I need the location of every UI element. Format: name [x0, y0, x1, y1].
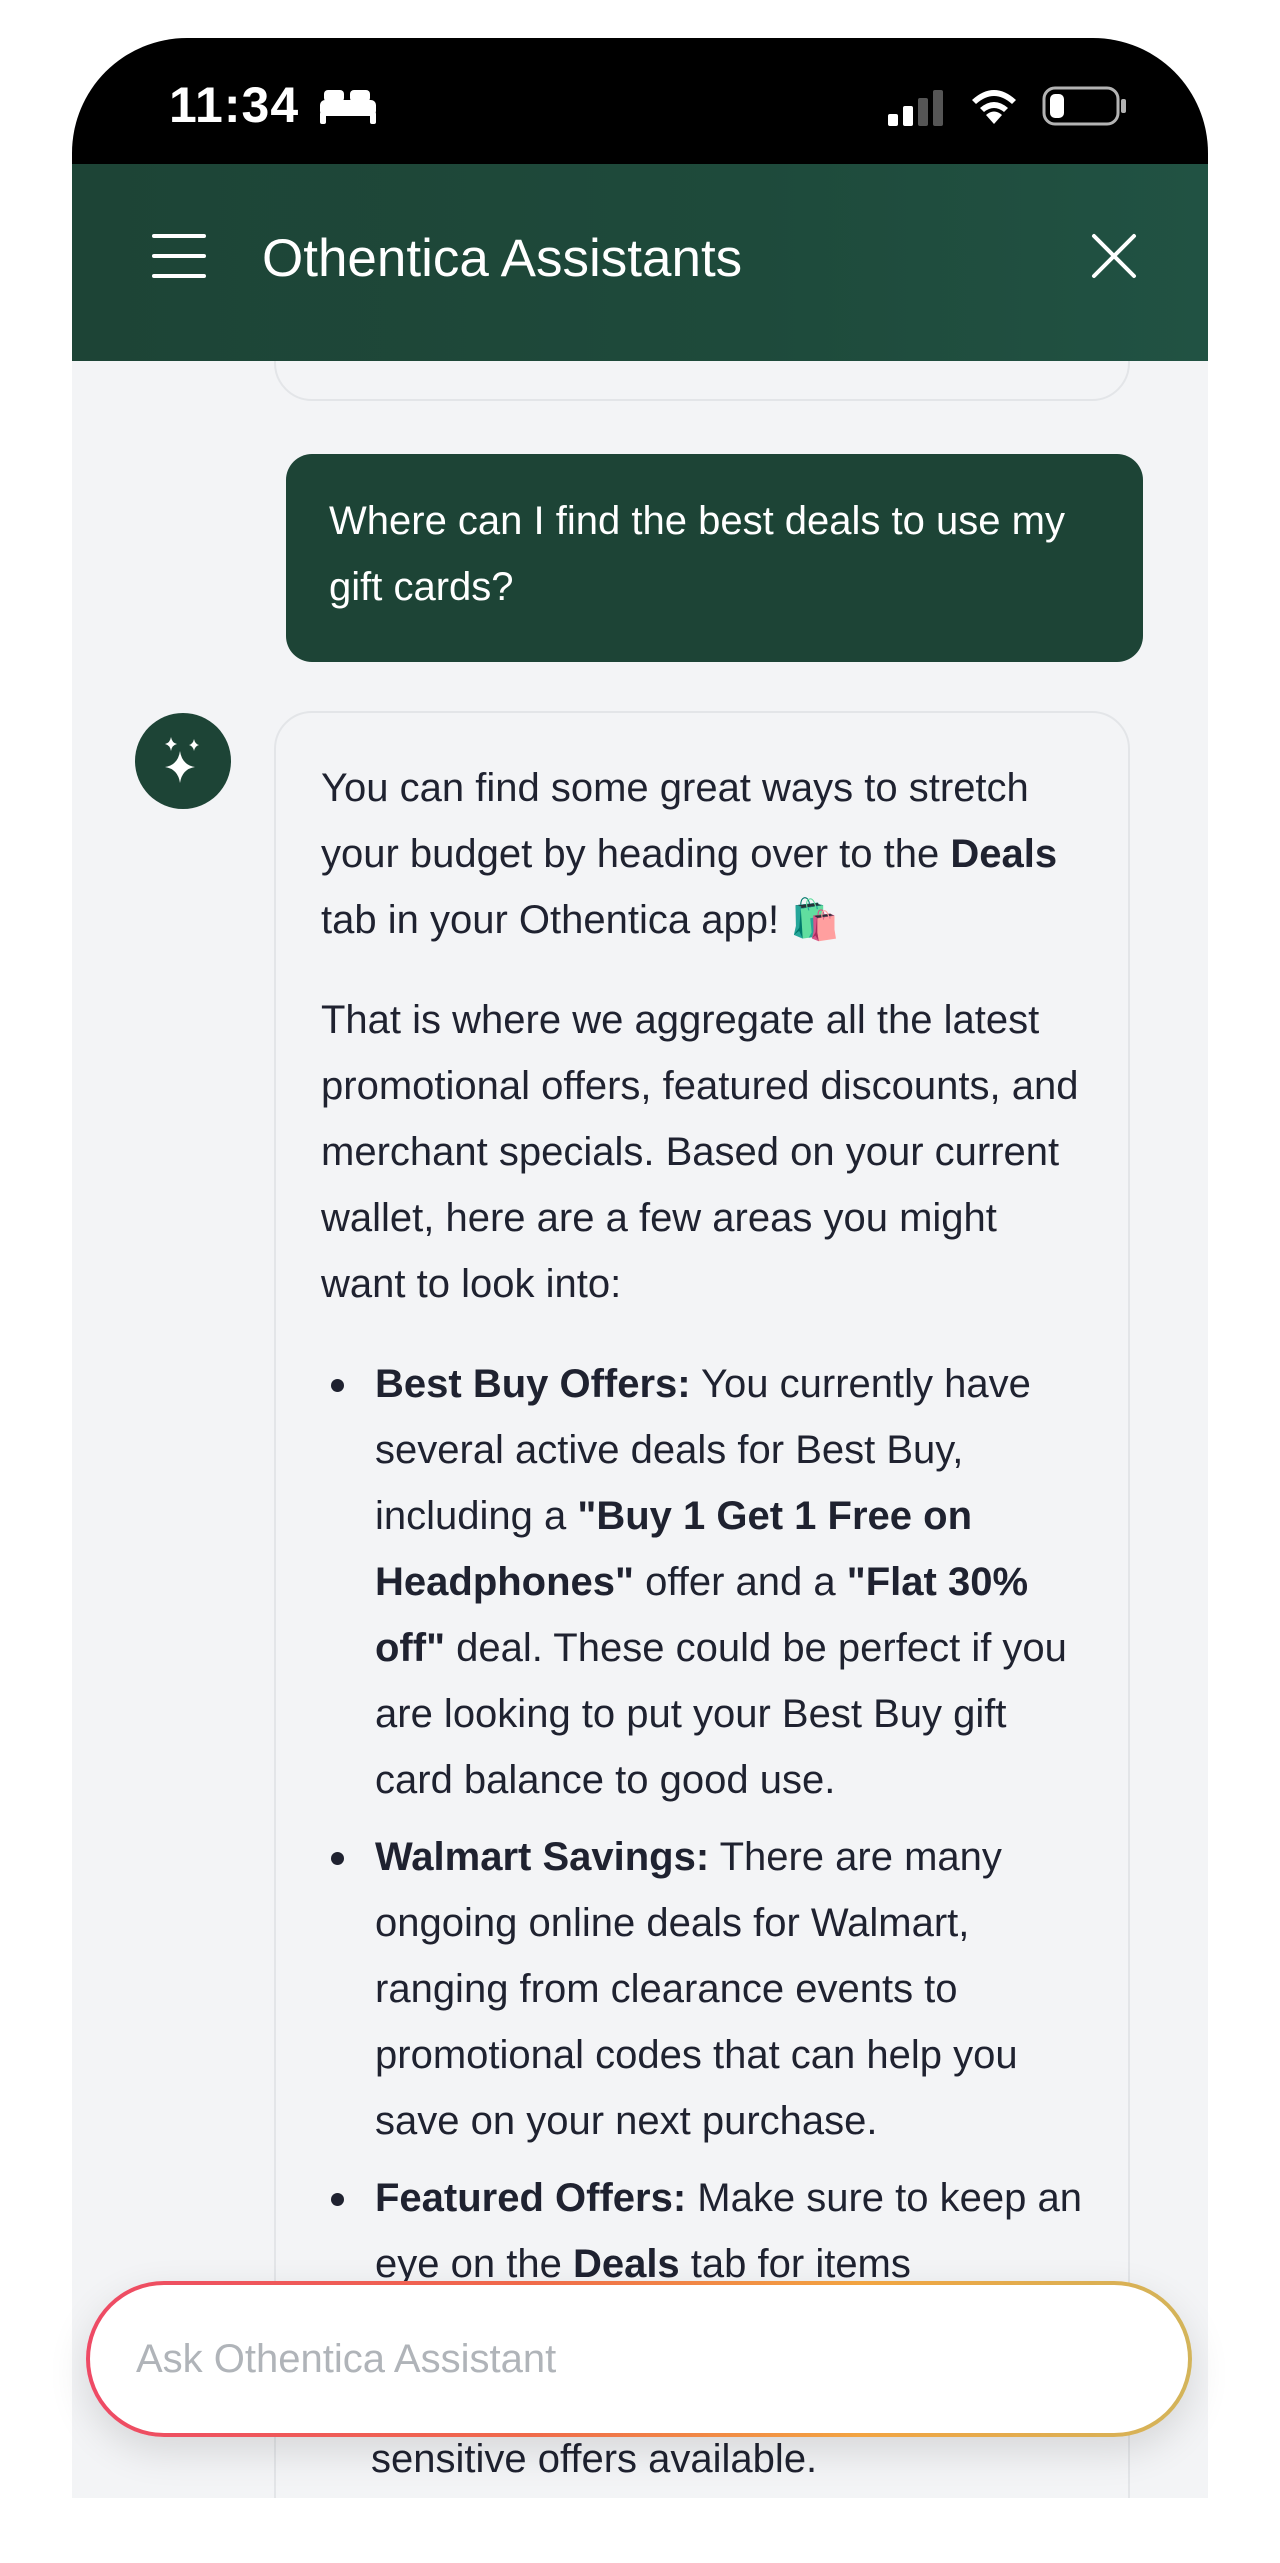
- ask-input-container[interactable]: [86, 2281, 1192, 2437]
- intro-text: You can find some great ways to stretch …: [321, 766, 1029, 876]
- assistant-intro: You can find some great ways to stretch …: [321, 755, 1082, 953]
- user-message-bubble: Where can I find the best deals to use m…: [286, 454, 1143, 662]
- item-title: Best Buy Offers:: [375, 1362, 691, 1406]
- ask-input-inner: [90, 2285, 1188, 2433]
- item-title: Featured Offers:: [375, 2176, 687, 2220]
- assistant-paragraph: That is where we aggregate all the lates…: [321, 998, 1079, 1306]
- intro-bold-deals: Deals: [950, 832, 1058, 876]
- close-icon[interactable]: [1090, 232, 1138, 280]
- hamburger-menu-icon[interactable]: [152, 232, 206, 280]
- sparkles-icon: [165, 737, 199, 783]
- item-text: offer and a: [634, 1560, 847, 1604]
- user-message-text: Where can I find the best deals to use m…: [329, 499, 1065, 609]
- item-text: deal. These could be perfect if you are …: [375, 1626, 1067, 1802]
- wifi-icon: [972, 90, 1016, 124]
- assistant-avatar: [135, 713, 231, 809]
- header-title: Othentica Assistants: [262, 229, 743, 288]
- shopping-bags-icon: 🛍️: [790, 898, 840, 942]
- battery-icon: [1042, 86, 1126, 126]
- bed-icon: [320, 90, 376, 124]
- list-item: Best Buy Offers: You currently have seve…: [321, 1351, 1082, 1813]
- app-header: Othentica Assistants: [72, 164, 1208, 361]
- item-text: tab for items: [679, 2242, 911, 2286]
- item-title: Walmart Savings:: [375, 1835, 710, 1879]
- previous-message-bubble: [274, 361, 1130, 401]
- item-bold: Deals: [572, 2242, 680, 2286]
- item-text: There are many ongoing online deals for …: [375, 1835, 1018, 2143]
- list-item: Featured Offers: Make sure to keep an ey…: [321, 2165, 1082, 2297]
- intro-text-2: tab in your Othentica app!: [321, 898, 791, 942]
- list-item: Walmart Savings: There are many ongoing …: [321, 1824, 1082, 2154]
- deals-list: Best Buy Offers: You currently have seve…: [321, 1351, 1082, 2297]
- chat-thread[interactable]: Where can I find the best deals to use m…: [72, 361, 1208, 2498]
- status-time: 11:34: [169, 77, 300, 133]
- phone-screen: 11:34 Othentica Assistants Where can I f…: [72, 38, 1208, 2498]
- ask-input[interactable]: [136, 2285, 1086, 2433]
- status-bar: 11:34: [72, 38, 1208, 164]
- signal-icon: [888, 90, 943, 126]
- assistant-message-bubble: You can find some great ways to stretch …: [274, 711, 1130, 2498]
